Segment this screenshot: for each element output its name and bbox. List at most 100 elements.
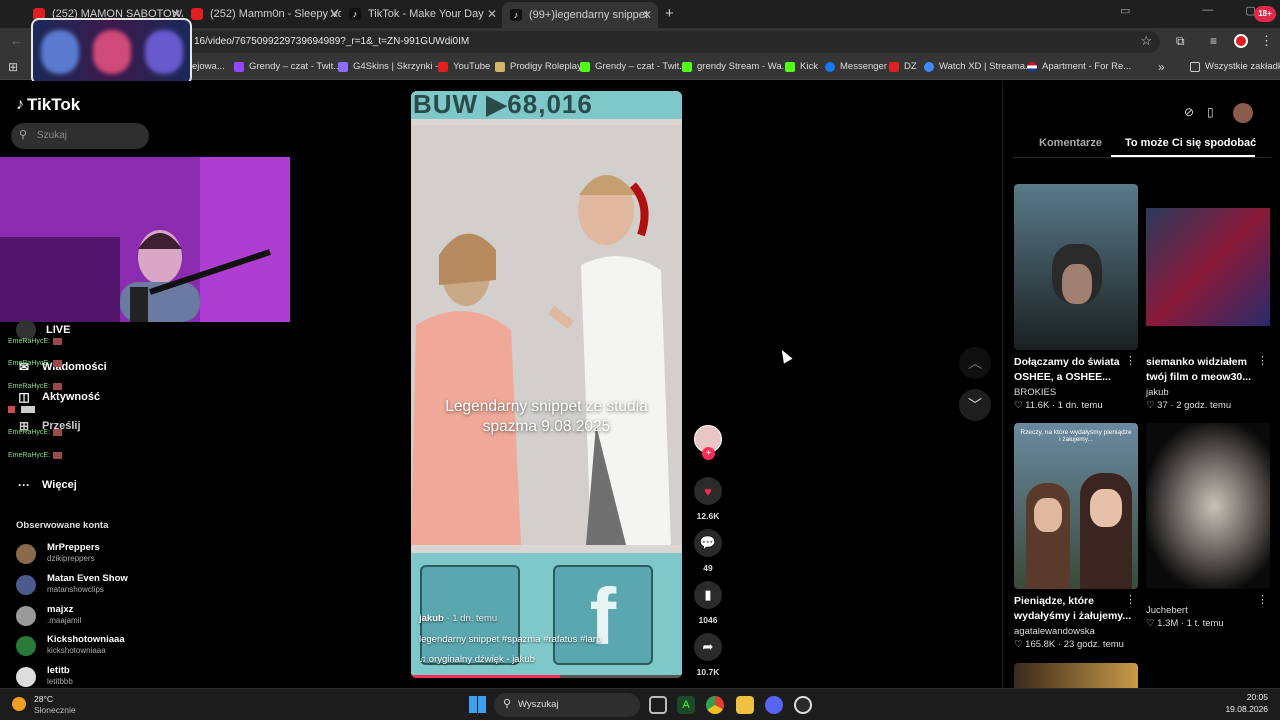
heart-outline-icon: ♡ bbox=[1014, 639, 1026, 650]
nav-more[interactable]: ··· Więcej bbox=[16, 478, 77, 492]
app-icon[interactable]: A bbox=[677, 696, 695, 714]
following-header: Obserwowane konta bbox=[16, 520, 109, 531]
close-icon[interactable]: ✕ bbox=[642, 8, 652, 22]
discord-icon[interactable] bbox=[765, 696, 783, 714]
tiktok-icon: ♪ bbox=[349, 8, 361, 20]
adult-badge-icon: 18+ bbox=[1254, 6, 1276, 22]
bookmark-item[interactable]: Messenger bbox=[825, 61, 887, 72]
tiktok-logo[interactable]: ♪ TikTok bbox=[16, 95, 80, 115]
share-button[interactable]: ➦ 10.7K bbox=[694, 633, 722, 677]
follow-plus-icon[interactable]: + bbox=[702, 447, 715, 460]
video-author[interactable]: jakub · 1 dn. temu bbox=[419, 613, 497, 624]
user-avatar[interactable] bbox=[1233, 103, 1253, 123]
tab-label: (252) Mamm0n - Sleepy Voice bbox=[210, 8, 341, 20]
facebook-icon: f bbox=[553, 565, 653, 665]
tab-tiktok-home[interactable]: ♪ TikTok - Make Your Day ✕ bbox=[349, 4, 499, 24]
video-description: legendarny snippet #spazma #rafatus #lar… bbox=[419, 634, 602, 645]
bookmark-item[interactable]: G4Skins | Skrzynki -... bbox=[338, 61, 446, 72]
sun-icon bbox=[12, 697, 26, 711]
video-progress-bar[interactable] bbox=[411, 675, 682, 678]
watchxd-icon bbox=[924, 61, 934, 72]
task-view-icon[interactable] bbox=[649, 696, 667, 714]
emote-icon bbox=[21, 406, 35, 413]
tab-legendarny-snippet[interactable]: ♪ (99+)legendarny snippet #spazm ✕ bbox=[502, 2, 658, 28]
bookmark-item[interactable]: ejowa... bbox=[192, 61, 225, 72]
search-icon: ⚲ bbox=[503, 698, 512, 710]
cast-icon[interactable]: ▭ bbox=[1120, 4, 1130, 17]
save-button[interactable]: ▮ 1046 bbox=[694, 581, 722, 625]
recommended-video-card[interactable]: Juchebert ⋮ ♡ 1.3M · 1 t. temu bbox=[1146, 423, 1270, 629]
close-icon[interactable]: ✕ bbox=[329, 7, 339, 21]
search-input[interactable]: ⚲ Szukaj bbox=[11, 123, 149, 149]
bookmark-item[interactable]: Watch XD | Streama... bbox=[924, 61, 1033, 72]
taskbar-search-input[interactable]: ⚲ Wyszukaj bbox=[494, 693, 640, 717]
new-tab-button[interactable]: + bbox=[665, 5, 674, 22]
more-options-icon[interactable]: ⋮ bbox=[1257, 354, 1268, 367]
file-explorer-icon[interactable] bbox=[736, 696, 754, 714]
tabs-divider bbox=[1013, 157, 1271, 158]
video-caption: Legendarny snippet ze studia spazma 9.08… bbox=[445, 398, 648, 435]
video-progress-fill bbox=[411, 675, 561, 678]
bookmark-item[interactable]: Grendy – czat - Twit... bbox=[234, 61, 341, 72]
recommended-video-card-partial[interactable] bbox=[1014, 663, 1138, 688]
bookmark-item[interactable]: Grendy – czat - Twit... bbox=[580, 61, 687, 72]
bookmark-item[interactable]: YouTube bbox=[438, 61, 490, 72]
bookmark-star-icon[interactable]: ☆ bbox=[1140, 33, 1152, 49]
more-options-icon[interactable]: ⋮ bbox=[1125, 593, 1136, 606]
youtube-icon bbox=[438, 61, 448, 72]
video-thumbnail bbox=[1014, 184, 1138, 350]
video-player[interactable]: BUW ▶68,016 Legendarny snippet ze studia… bbox=[411, 91, 682, 678]
clock[interactable]: 20:05 19.08.2026 bbox=[1225, 692, 1268, 714]
video-scene-image bbox=[411, 125, 682, 545]
recommended-video-card[interactable]: Rzeczy, na które wydałyśmy pieniądze i ż… bbox=[1014, 423, 1138, 650]
comment-button[interactable]: 💬 49 bbox=[694, 529, 722, 573]
author-avatar[interactable]: + bbox=[694, 425, 722, 460]
avatar bbox=[16, 667, 36, 687]
mobile-icon[interactable]: ▯ bbox=[1207, 105, 1214, 119]
obs-icon[interactable] bbox=[794, 696, 812, 714]
recommended-video-card[interactable]: Dołączamy do świata OSHEE, a OSHEE... ⋮ … bbox=[1014, 184, 1138, 411]
close-icon[interactable]: ✕ bbox=[487, 7, 497, 21]
video-thumbnail: Rzeczy, na które wydałyśmy pieniądze i ż… bbox=[1014, 423, 1138, 589]
back-icon[interactable]: ← bbox=[10, 33, 23, 48]
address-bar[interactable]: 16/video/7675099229739694989?_r=1&_t=ZN-… bbox=[180, 31, 1160, 53]
thumbnail-overlay-text: Rzeczy, na które wydałyśmy pieniądze i ż… bbox=[1020, 429, 1132, 443]
flag-icon bbox=[1027, 61, 1037, 72]
live-icon bbox=[16, 320, 36, 340]
bookmark-item[interactable]: Apartment - For Re... bbox=[1027, 61, 1131, 72]
minimize-icon[interactable]: — bbox=[1202, 4, 1213, 17]
recommended-video-card[interactable]: siemanko widziałem twój film o meow30...… bbox=[1146, 184, 1270, 411]
url-text: 16/video/7675099229739694989?_r=1&_t=ZN-… bbox=[194, 36, 470, 47]
next-video-button[interactable]: ﹀ bbox=[959, 389, 991, 421]
all-bookmarks[interactable]: Wszystkie zakładki bbox=[1190, 61, 1280, 72]
more-options-icon[interactable]: ⋮ bbox=[1257, 593, 1268, 606]
bookmark-item[interactable]: Kick bbox=[785, 61, 818, 72]
apps-grid-icon[interactable]: ⊞ bbox=[8, 60, 18, 74]
windows-start-icon[interactable] bbox=[469, 696, 486, 713]
chevron-right-icon[interactable]: » bbox=[1158, 60, 1165, 74]
bookmark-item[interactable]: Prodigy Roleplay bbox=[495, 61, 582, 72]
bookmark-item[interactable]: grendy Stream - Wa... bbox=[682, 61, 790, 72]
video-sound[interactable]: ♫ oryginalny dźwięk - jakub bbox=[419, 654, 535, 665]
bookmark-item[interactable]: DZ bbox=[889, 61, 917, 72]
previous-video-button[interactable]: ︿ bbox=[959, 347, 991, 379]
tab-comments[interactable]: Komentarze bbox=[1039, 137, 1102, 149]
nav-activity[interactable]: ◫ Aktywność bbox=[16, 390, 100, 404]
chat-badge-icon bbox=[8, 406, 15, 413]
tab-sleepy-voice[interactable]: (252) Mamm0n - Sleepy Voice ✕ bbox=[191, 4, 341, 24]
webcam-overlay bbox=[0, 157, 290, 322]
like-button[interactable]: ♥ 12.6K bbox=[694, 477, 722, 521]
nav-live[interactable]: LIVE bbox=[16, 320, 70, 340]
tab-recommended[interactable]: To może Ci się spodobać bbox=[1125, 137, 1256, 149]
extensions-icon[interactable]: ⧉ bbox=[1176, 34, 1185, 49]
heart-icon: ♥ bbox=[704, 483, 712, 499]
browser-tab-bar: (252) MAMON SABOTOWANY ✕ (252) Mamm0n - … bbox=[0, 0, 1280, 28]
media-icon[interactable]: ≡ bbox=[1210, 34, 1217, 48]
emote-icon bbox=[53, 360, 63, 367]
chrome-icon[interactable] bbox=[706, 696, 724, 714]
more-options-icon[interactable]: ⋮ bbox=[1125, 354, 1136, 367]
twitch-icon bbox=[234, 61, 244, 72]
compass-icon[interactable]: ⊘ bbox=[1184, 105, 1194, 119]
menu-icon[interactable]: ⋮ bbox=[1260, 33, 1273, 49]
profile-avatar[interactable] bbox=[1234, 34, 1248, 48]
